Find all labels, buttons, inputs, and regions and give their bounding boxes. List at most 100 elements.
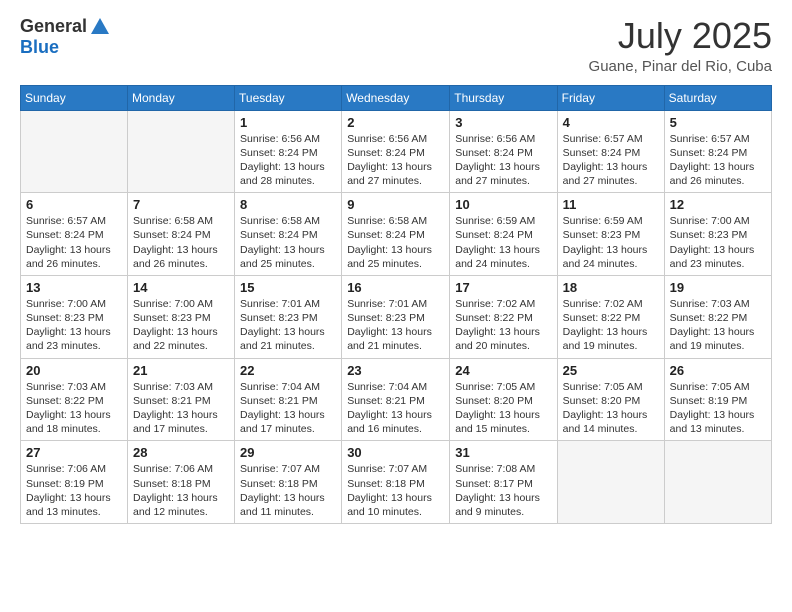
day-number: 29 xyxy=(240,445,336,460)
calendar-week-row: 1 Sunrise: 6:56 AM Sunset: 8:24 PM Daylig… xyxy=(21,110,772,193)
day-info: Sunrise: 6:57 AM Sunset: 8:24 PM Dayligh… xyxy=(26,214,122,271)
month-year: July 2025 xyxy=(589,16,772,56)
day-info: Sunrise: 7:05 AM Sunset: 8:20 PM Dayligh… xyxy=(455,380,551,437)
calendar-cell xyxy=(128,110,235,193)
day-info: Sunrise: 6:59 AM Sunset: 8:24 PM Dayligh… xyxy=(455,214,551,271)
day-number: 1 xyxy=(240,115,336,130)
day-number: 5 xyxy=(670,115,766,130)
calendar-cell: 6 Sunrise: 6:57 AM Sunset: 8:24 PM Daylig… xyxy=(21,193,128,276)
day-info: Sunrise: 7:01 AM Sunset: 8:23 PM Dayligh… xyxy=(240,297,336,354)
calendar-cell: 4Sunrise: 6:57 AM Sunset: 8:24 PM Daylig… xyxy=(557,110,664,193)
day-info: Sunrise: 7:08 AM Sunset: 8:17 PM Dayligh… xyxy=(455,462,551,519)
day-info: Sunrise: 6:59 AM Sunset: 8:23 PM Dayligh… xyxy=(563,214,659,271)
calendar-cell: 3Sunrise: 6:56 AM Sunset: 8:24 PM Daylig… xyxy=(450,110,557,193)
day-number: 15 xyxy=(240,280,336,295)
day-number: 9 xyxy=(347,197,444,212)
day-number: 4 xyxy=(563,115,659,130)
day-info: Sunrise: 7:02 AM Sunset: 8:22 PM Dayligh… xyxy=(563,297,659,354)
page: General Blue July 2025 Guane, Pinar del … xyxy=(0,0,792,612)
calendar-week-row: 6 Sunrise: 6:57 AM Sunset: 8:24 PM Daylig… xyxy=(21,193,772,276)
day-number: 13 xyxy=(26,280,122,295)
calendar-cell: 24 Sunrise: 7:05 AM Sunset: 8:20 PM Dayli… xyxy=(450,358,557,441)
day-info: Sunrise: 7:07 AM Sunset: 8:18 PM Dayligh… xyxy=(347,462,444,519)
day-info: Sunrise: 7:04 AM Sunset: 8:21 PM Dayligh… xyxy=(347,380,444,437)
day-info: Sunrise: 6:58 AM Sunset: 8:24 PM Dayligh… xyxy=(133,214,229,271)
calendar-cell: 8Sunrise: 6:58 AM Sunset: 8:24 PM Daylig… xyxy=(235,193,342,276)
logo-general: General xyxy=(20,17,87,37)
day-info: Sunrise: 7:05 AM Sunset: 8:19 PM Dayligh… xyxy=(670,380,766,437)
calendar-cell: 11 Sunrise: 6:59 AM Sunset: 8:23 PM Dayli… xyxy=(557,193,664,276)
day-info: Sunrise: 7:01 AM Sunset: 8:23 PM Dayligh… xyxy=(347,297,444,354)
col-sunday: Sunday xyxy=(21,85,128,110)
day-number: 20 xyxy=(26,363,122,378)
col-tuesday: Tuesday xyxy=(235,85,342,110)
day-number: 10 xyxy=(455,197,551,212)
day-info: Sunrise: 7:07 AM Sunset: 8:18 PM Dayligh… xyxy=(240,462,336,519)
title-block: July 2025 Guane, Pinar del Rio, Cuba xyxy=(589,16,772,75)
day-number: 6 xyxy=(26,197,122,212)
header: General Blue July 2025 Guane, Pinar del … xyxy=(20,16,772,75)
calendar-cell: 21 Sunrise: 7:03 AM Sunset: 8:21 PM Dayli… xyxy=(128,358,235,441)
calendar-week-row: 27 Sunrise: 7:06 AM Sunset: 8:19 PM Dayli… xyxy=(21,441,772,524)
day-number: 30 xyxy=(347,445,444,460)
calendar-cell: 22 Sunrise: 7:04 AM Sunset: 8:21 PM Dayli… xyxy=(235,358,342,441)
day-info: Sunrise: 7:04 AM Sunset: 8:21 PM Dayligh… xyxy=(240,380,336,437)
day-number: 2 xyxy=(347,115,444,130)
day-number: 11 xyxy=(563,197,659,212)
day-number: 19 xyxy=(670,280,766,295)
logo-icon xyxy=(89,16,111,38)
day-info: Sunrise: 7:00 AM Sunset: 8:23 PM Dayligh… xyxy=(26,297,122,354)
calendar-cell: 30 Sunrise: 7:07 AM Sunset: 8:18 PM Dayli… xyxy=(342,441,450,524)
logo: General Blue xyxy=(20,16,111,58)
calendar-cell: 14Sunrise: 7:00 AM Sunset: 8:23 PM Dayli… xyxy=(128,275,235,358)
calendar-cell: 25 Sunrise: 7:05 AM Sunset: 8:20 PM Dayli… xyxy=(557,358,664,441)
calendar-cell: 16 Sunrise: 7:01 AM Sunset: 8:23 PM Dayli… xyxy=(342,275,450,358)
day-info: Sunrise: 7:00 AM Sunset: 8:23 PM Dayligh… xyxy=(670,214,766,271)
calendar-cell: 10 Sunrise: 6:59 AM Sunset: 8:24 PM Dayli… xyxy=(450,193,557,276)
calendar-cell: 15 Sunrise: 7:01 AM Sunset: 8:23 PM Dayli… xyxy=(235,275,342,358)
day-number: 27 xyxy=(26,445,122,460)
calendar-cell: 23 Sunrise: 7:04 AM Sunset: 8:21 PM Dayli… xyxy=(342,358,450,441)
day-number: 21 xyxy=(133,363,229,378)
day-info: Sunrise: 7:02 AM Sunset: 8:22 PM Dayligh… xyxy=(455,297,551,354)
day-number: 16 xyxy=(347,280,444,295)
day-number: 17 xyxy=(455,280,551,295)
location: Guane, Pinar del Rio, Cuba xyxy=(589,58,772,75)
calendar-cell: 1Sunrise: 6:56 AM Sunset: 8:24 PM Daylig… xyxy=(235,110,342,193)
day-info: Sunrise: 6:56 AM Sunset: 8:24 PM Dayligh… xyxy=(347,132,444,189)
calendar-cell: 26Sunrise: 7:05 AM Sunset: 8:19 PM Dayli… xyxy=(664,358,771,441)
calendar-cell: 18Sunrise: 7:02 AM Sunset: 8:22 PM Dayli… xyxy=(557,275,664,358)
calendar-week-row: 13 Sunrise: 7:00 AM Sunset: 8:23 PM Dayli… xyxy=(21,275,772,358)
day-info: Sunrise: 7:06 AM Sunset: 8:19 PM Dayligh… xyxy=(26,462,122,519)
calendar-cell: 5 Sunrise: 6:57 AM Sunset: 8:24 PM Daylig… xyxy=(664,110,771,193)
day-info: Sunrise: 7:03 AM Sunset: 8:21 PM Dayligh… xyxy=(133,380,229,437)
day-number: 12 xyxy=(670,197,766,212)
calendar-cell: 27 Sunrise: 7:06 AM Sunset: 8:19 PM Dayli… xyxy=(21,441,128,524)
col-saturday: Saturday xyxy=(664,85,771,110)
day-info: Sunrise: 6:58 AM Sunset: 8:24 PM Dayligh… xyxy=(240,214,336,271)
calendar-cell: 19 Sunrise: 7:03 AM Sunset: 8:22 PM Dayli… xyxy=(664,275,771,358)
day-number: 22 xyxy=(240,363,336,378)
calendar-cell xyxy=(664,441,771,524)
logo-blue: Blue xyxy=(20,38,111,58)
calendar-cell xyxy=(557,441,664,524)
calendar-cell: 13 Sunrise: 7:00 AM Sunset: 8:23 PM Dayli… xyxy=(21,275,128,358)
day-info: Sunrise: 7:05 AM Sunset: 8:20 PM Dayligh… xyxy=(563,380,659,437)
calendar-cell: 2 Sunrise: 6:56 AM Sunset: 8:24 PM Daylig… xyxy=(342,110,450,193)
day-number: 24 xyxy=(455,363,551,378)
calendar-cell: 20Sunrise: 7:03 AM Sunset: 8:22 PM Dayli… xyxy=(21,358,128,441)
calendar-cell: 29 Sunrise: 7:07 AM Sunset: 8:18 PM Dayli… xyxy=(235,441,342,524)
calendar: Sunday Monday Tuesday Wednesday Thursday… xyxy=(20,85,772,524)
day-number: 25 xyxy=(563,363,659,378)
day-number: 28 xyxy=(133,445,229,460)
day-info: Sunrise: 6:57 AM Sunset: 8:24 PM Dayligh… xyxy=(670,132,766,189)
day-info: Sunrise: 7:00 AM Sunset: 8:23 PM Dayligh… xyxy=(133,297,229,354)
calendar-cell: 31Sunrise: 7:08 AM Sunset: 8:17 PM Dayli… xyxy=(450,441,557,524)
day-info: Sunrise: 6:56 AM Sunset: 8:24 PM Dayligh… xyxy=(455,132,551,189)
day-info: Sunrise: 7:03 AM Sunset: 8:22 PM Dayligh… xyxy=(670,297,766,354)
day-number: 23 xyxy=(347,363,444,378)
calendar-cell: 7 Sunrise: 6:58 AM Sunset: 8:24 PM Daylig… xyxy=(128,193,235,276)
day-number: 7 xyxy=(133,197,229,212)
col-thursday: Thursday xyxy=(450,85,557,110)
calendar-week-row: 20Sunrise: 7:03 AM Sunset: 8:22 PM Dayli… xyxy=(21,358,772,441)
